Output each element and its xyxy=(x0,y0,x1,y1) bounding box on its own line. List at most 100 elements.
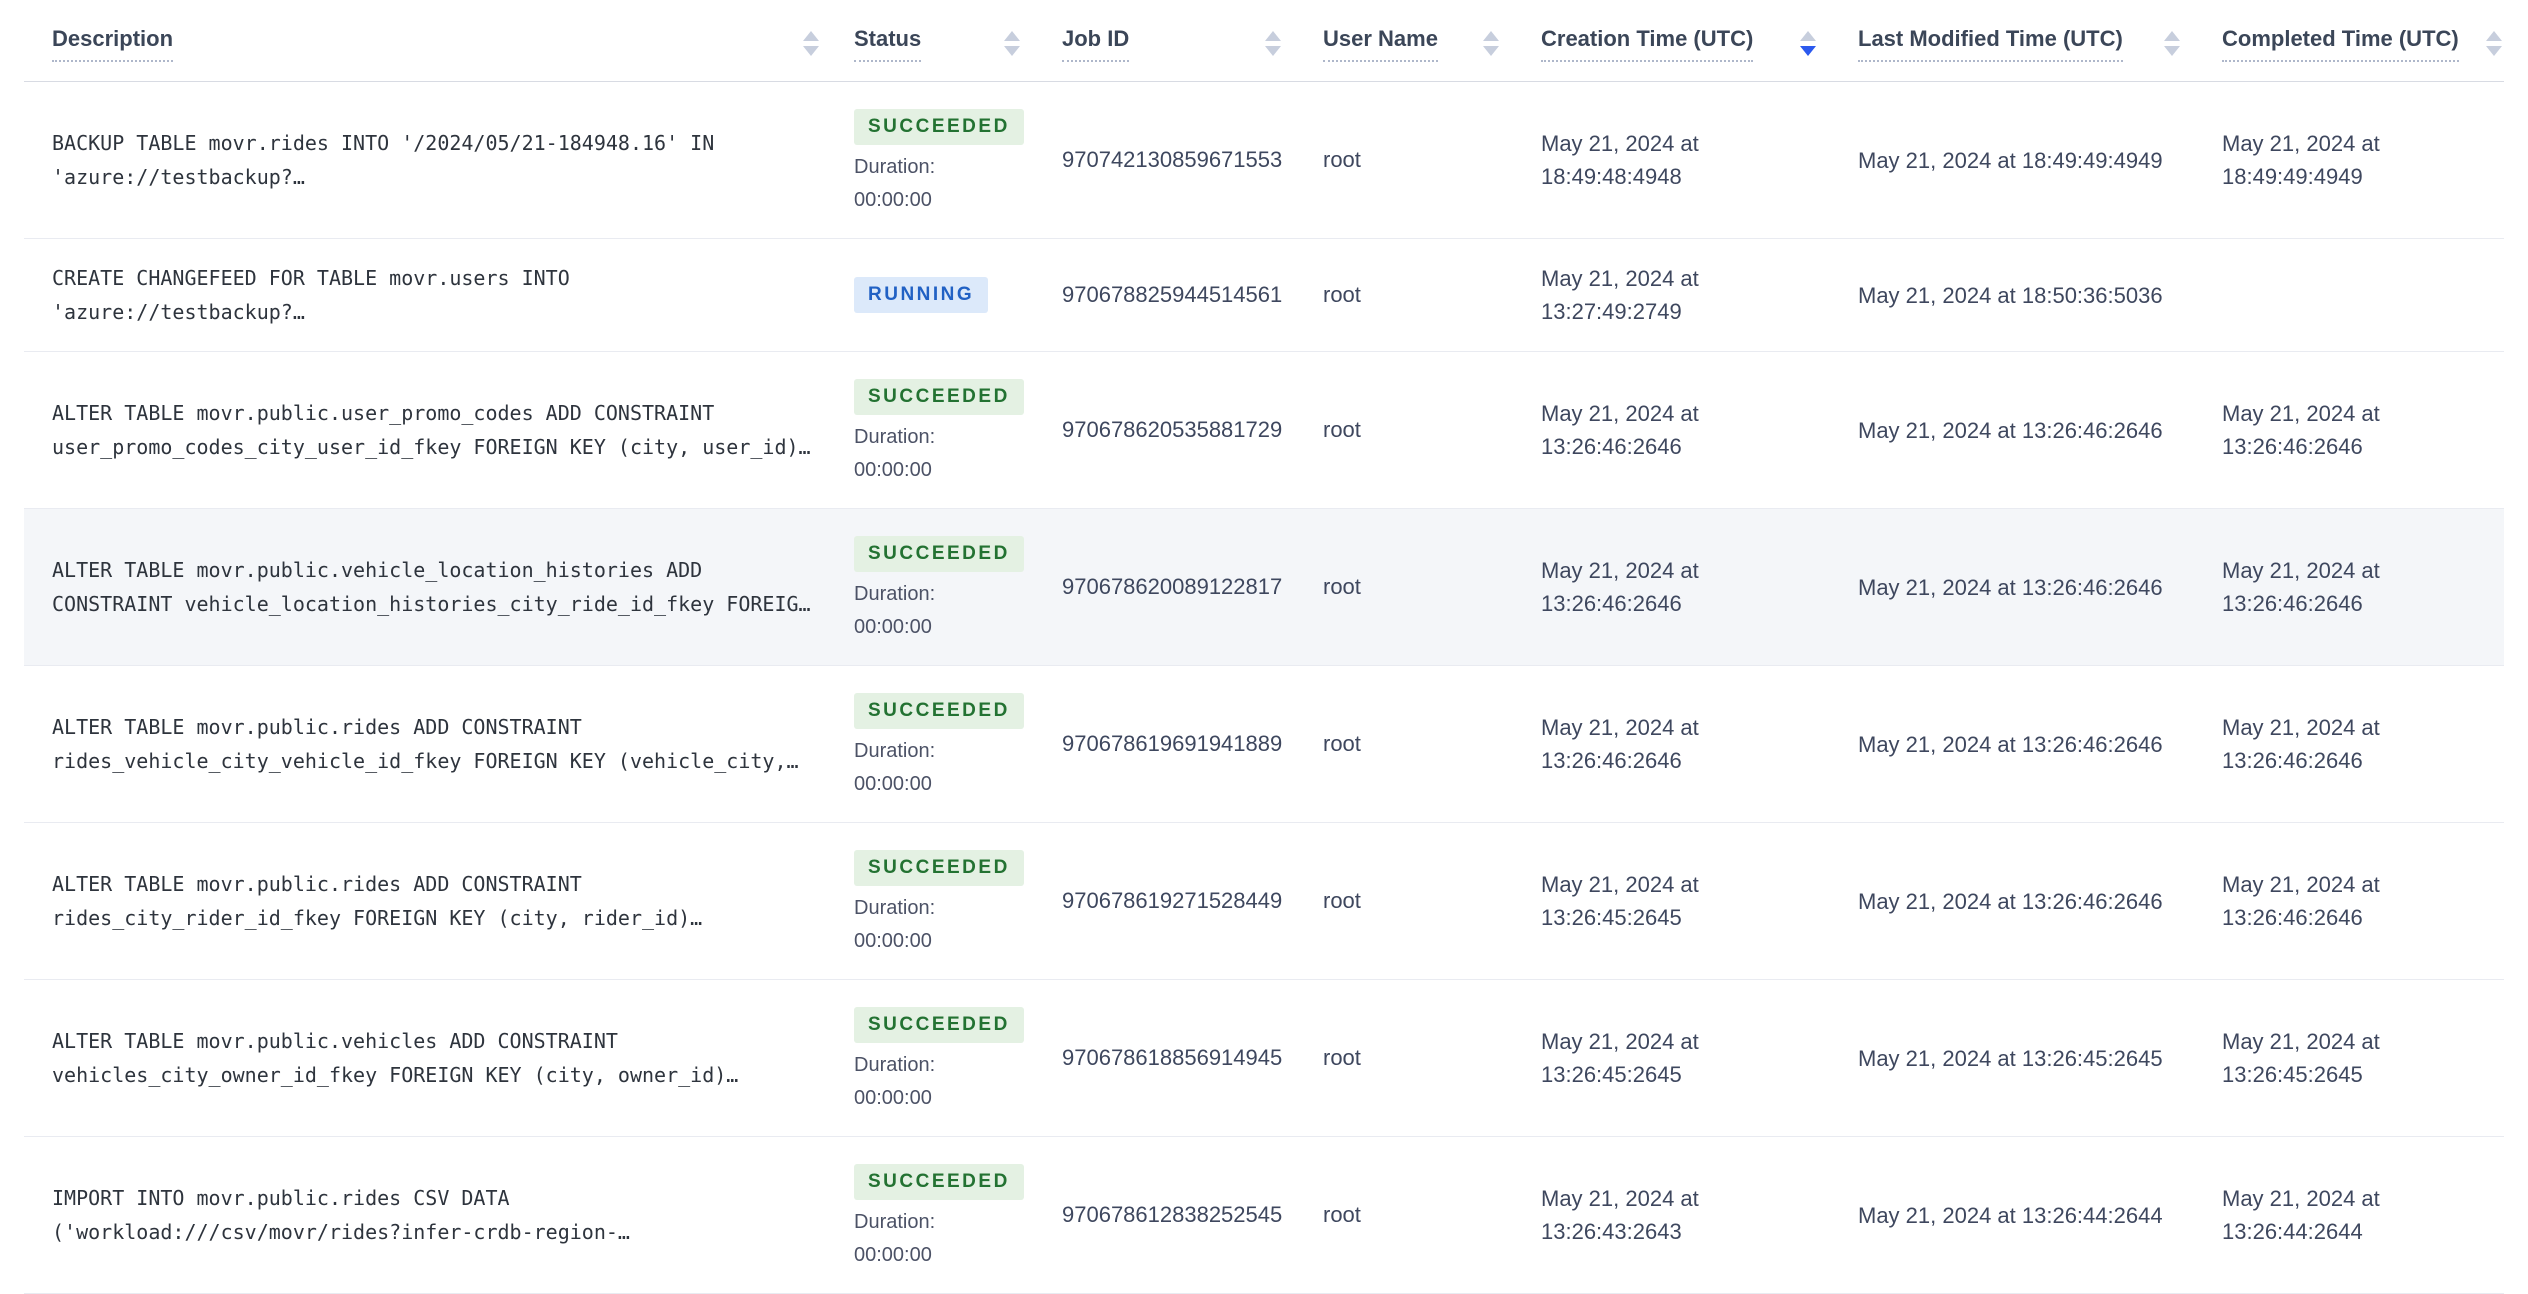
jobs-table: Description Status Job ID User Name Crea… xyxy=(24,0,2504,1294)
completed-time: May 21, 2024 at 13:26:44:2644 xyxy=(2222,1186,2380,1244)
job-id: 970678620535881729 xyxy=(1062,417,1283,442)
sort-desc-icon[interactable] xyxy=(803,46,819,56)
sort-desc-icon[interactable] xyxy=(1800,46,1816,56)
job-description[interactable]: ALTER TABLE movr.public.rides ADD CONSTR… xyxy=(24,710,854,778)
sort-asc-icon[interactable] xyxy=(1265,31,1281,41)
column-header-label: Completed Time (UTC) xyxy=(2222,26,2459,63)
completed-time: May 21, 2024 at 13:26:46:2646 xyxy=(2222,558,2380,616)
column-header-label: Status xyxy=(854,26,922,63)
duration-label: Duration: xyxy=(854,425,936,448)
duration-value: 00:00:00 xyxy=(854,615,932,638)
job-id: 970678618856914945 xyxy=(1062,1045,1283,1070)
creation-time: May 21, 2024 at 13:26:45:2645 xyxy=(1541,1029,1699,1087)
job-description[interactable]: ALTER TABLE movr.public.rides ADD CONSTR… xyxy=(24,867,854,935)
sort-desc-icon[interactable] xyxy=(2164,46,2180,56)
sort-desc-icon[interactable] xyxy=(2486,46,2502,56)
job-description[interactable]: ALTER TABLE movr.public.vehicle_location… xyxy=(24,553,854,621)
job-description[interactable]: IMPORT INTO movr.public.rides CSV DATA (… xyxy=(24,1181,854,1249)
sort-arrows-icon[interactable] xyxy=(1483,31,1499,56)
creation-time: May 21, 2024 at 13:26:45:2645 xyxy=(1541,872,1699,930)
completed-time: May 21, 2024 at 18:49:49:4949 xyxy=(2222,131,2380,189)
creation-time: May 21, 2024 at 13:26:43:2643 xyxy=(1541,1186,1699,1244)
column-header-label: Creation Time (UTC) xyxy=(1541,26,1754,63)
job-description[interactable]: BACKUP TABLE movr.rides INTO '/2024/05/2… xyxy=(24,126,854,194)
column-header-completed-time-utc[interactable]: Completed Time (UTC) xyxy=(2222,26,2504,63)
job-status-cell: SUCCEEDED Duration: 00:00:00 xyxy=(854,109,1062,211)
sort-asc-icon[interactable] xyxy=(1004,31,1020,41)
job-id: 970742130859671553 xyxy=(1062,147,1283,172)
sort-arrows-icon[interactable] xyxy=(1004,31,1020,56)
last-modified-time: May 21, 2024 at 13:26:46:2646 xyxy=(1858,417,2163,443)
status-badge: SUCCEEDED xyxy=(854,109,1024,145)
column-header-status[interactable]: Status xyxy=(854,26,1062,63)
duration-value: 00:00:00 xyxy=(854,1243,932,1266)
completed-time: May 21, 2024 at 13:26:46:2646 xyxy=(2222,872,2380,930)
table-header-row: Description Status Job ID User Name Crea… xyxy=(24,0,2504,82)
column-header-label: Job ID xyxy=(1062,26,1130,63)
creation-time: May 21, 2024 at 13:26:46:2646 xyxy=(1541,558,1699,616)
sort-desc-icon[interactable] xyxy=(1265,46,1281,56)
sort-arrows-icon[interactable] xyxy=(2486,31,2502,56)
sort-asc-icon[interactable] xyxy=(2164,31,2180,41)
sort-arrows-icon[interactable] xyxy=(803,31,819,56)
status-badge: SUCCEEDED xyxy=(854,693,1024,729)
sort-asc-icon[interactable] xyxy=(803,31,819,41)
table-row[interactable]: BACKUP TABLE movr.rides INTO '/2024/05/2… xyxy=(24,82,2504,239)
job-status-cell: SUCCEEDED Duration: 00:00:00 xyxy=(854,850,1062,952)
user-name: root xyxy=(1323,1202,1361,1227)
creation-time: May 21, 2024 at 13:26:46:2646 xyxy=(1541,715,1699,773)
duration-value: 00:00:00 xyxy=(854,772,932,795)
table-row[interactable]: ALTER TABLE movr.public.rides ADD CONSTR… xyxy=(24,666,2504,823)
table-row[interactable]: CREATE CHANGEFEED FOR TABLE movr.users I… xyxy=(24,239,2504,352)
table-body: BACKUP TABLE movr.rides INTO '/2024/05/2… xyxy=(24,82,2504,1294)
column-header-job-id[interactable]: Job ID xyxy=(1062,26,1323,63)
sort-asc-icon[interactable] xyxy=(1483,31,1499,41)
table-row[interactable]: ALTER TABLE movr.public.rides ADD CONSTR… xyxy=(24,823,2504,980)
last-modified-time: May 21, 2024 at 13:26:46:2646 xyxy=(1858,731,2163,757)
job-id: 970678619271528449 xyxy=(1062,888,1283,913)
column-header-user-name[interactable]: User Name xyxy=(1323,26,1541,63)
job-status-cell: RUNNING xyxy=(854,277,1062,313)
last-modified-time: May 21, 2024 at 18:50:36:5036 xyxy=(1858,282,2163,308)
completed-time: May 21, 2024 at 13:26:45:2645 xyxy=(2222,1029,2380,1087)
duration-label: Duration: xyxy=(854,1053,936,1076)
column-header-creation-time-utc[interactable]: Creation Time (UTC) xyxy=(1541,26,1858,63)
column-header-description[interactable]: Description xyxy=(24,26,854,63)
job-description[interactable]: ALTER TABLE movr.public.vehicles ADD CON… xyxy=(24,1024,854,1092)
user-name: root xyxy=(1323,417,1361,442)
completed-time: May 21, 2024 at 13:26:46:2646 xyxy=(2222,401,2380,459)
last-modified-time: May 21, 2024 at 18:49:49:4949 xyxy=(1858,147,2163,173)
duration-label: Duration: xyxy=(854,155,936,178)
duration-label: Duration: xyxy=(854,1210,936,1233)
job-description[interactable]: ALTER TABLE movr.public.user_promo_codes… xyxy=(24,396,854,464)
job-description[interactable]: CREATE CHANGEFEED FOR TABLE movr.users I… xyxy=(24,261,854,329)
user-name: root xyxy=(1323,1045,1361,1070)
duration-label: Duration: xyxy=(854,739,936,762)
job-status-cell: SUCCEEDED Duration: 00:00:00 xyxy=(854,536,1062,638)
sort-desc-icon[interactable] xyxy=(1004,46,1020,56)
column-header-label: User Name xyxy=(1323,26,1438,63)
column-header-last-modified-time-utc[interactable]: Last Modified Time (UTC) xyxy=(1858,26,2222,63)
sort-arrows-icon[interactable] xyxy=(1265,31,1281,56)
sort-desc-icon[interactable] xyxy=(1483,46,1499,56)
table-row[interactable]: ALTER TABLE movr.public.user_promo_codes… xyxy=(24,352,2504,509)
job-status-cell: SUCCEEDED Duration: 00:00:00 xyxy=(854,1164,1062,1266)
sort-arrows-icon[interactable] xyxy=(2164,31,2180,56)
table-row[interactable]: ALTER TABLE movr.public.vehicle_location… xyxy=(24,509,2504,666)
column-header-label: Description xyxy=(52,26,174,63)
table-row[interactable]: IMPORT INTO movr.public.rides CSV DATA (… xyxy=(24,1137,2504,1294)
last-modified-time: May 21, 2024 at 13:26:46:2646 xyxy=(1858,574,2163,600)
table-row[interactable]: ALTER TABLE movr.public.vehicles ADD CON… xyxy=(24,980,2504,1137)
job-id: 970678612838252545 xyxy=(1062,1202,1283,1227)
last-modified-time: May 21, 2024 at 13:26:46:2646 xyxy=(1858,888,2163,914)
job-id: 970678619691941889 xyxy=(1062,731,1283,756)
sort-arrows-icon[interactable] xyxy=(1800,31,1816,56)
sort-asc-icon[interactable] xyxy=(2486,31,2502,41)
sort-asc-icon[interactable] xyxy=(1800,31,1816,41)
duration-value: 00:00:00 xyxy=(854,1086,932,1109)
completed-time: May 21, 2024 at 13:26:46:2646 xyxy=(2222,715,2380,773)
job-status-cell: SUCCEEDED Duration: 00:00:00 xyxy=(854,1007,1062,1109)
status-badge: SUCCEEDED xyxy=(854,1164,1024,1200)
creation-time: May 21, 2024 at 13:26:46:2646 xyxy=(1541,401,1699,459)
job-id: 970678620089122817 xyxy=(1062,574,1283,599)
